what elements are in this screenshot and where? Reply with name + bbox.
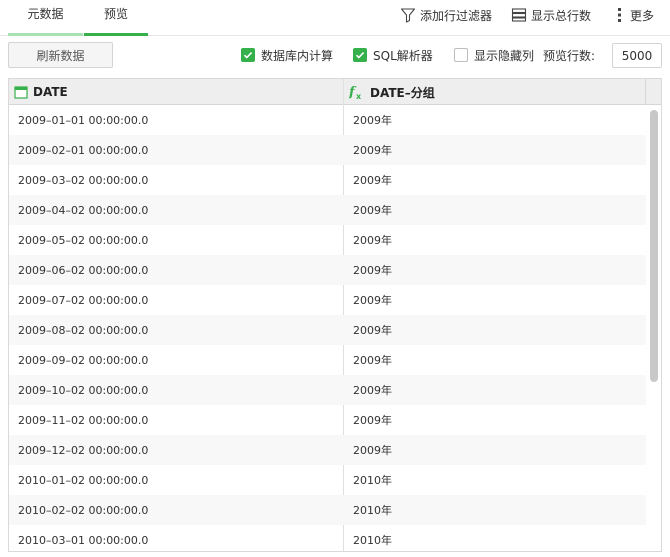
tab-metadata-label: 元数据 xyxy=(27,7,64,21)
cell-date: 2009–04–02 00:00:00.0 xyxy=(18,203,149,217)
show-total-rows-label: 显示总行数 xyxy=(531,8,592,23)
cell-date: 2009–12–02 00:00:00.0 xyxy=(18,443,149,457)
cell-date: 2010–02–02 00:00:00.0 xyxy=(18,503,149,517)
table-row[interactable]: 2009–09–02 00:00:00.0 2009年 xyxy=(9,345,646,375)
db-compute-checkbox[interactable] xyxy=(241,48,255,62)
add-row-filter-button[interactable]: 添加行过滤器 xyxy=(400,6,492,24)
table-row[interactable]: 2009–08–02 00:00:00.0 2009年 xyxy=(9,315,646,345)
cell-date: 2009–02–01 00:00:00.0 xyxy=(18,143,149,157)
rows-icon xyxy=(511,8,527,22)
sql-parser-checkbox[interactable] xyxy=(353,48,367,62)
check-icon xyxy=(355,52,365,59)
refresh-data-button[interactable]: 刷新数据 xyxy=(8,42,113,68)
table-row[interactable]: 2009–02–01 00:00:00.0 2009年 xyxy=(9,135,646,165)
cell-date-group: 2009年 xyxy=(353,264,392,277)
preview-table: DATE fx DATE–分组 2009–01–01 00:00:00.0 200… xyxy=(8,78,662,552)
cell-date-group: 2009年 xyxy=(353,384,392,397)
table-row[interactable]: 2009–11–02 00:00:00.0 2009年 xyxy=(9,405,646,435)
top-bar: 元数据 预览 添加行过滤器 显示总行数 更多 xyxy=(0,0,670,36)
cell-date-group: 2009年 xyxy=(353,114,392,127)
more-label: 更多 xyxy=(630,8,655,23)
table-row[interactable]: 2009–05–02 00:00:00.0 2009年 xyxy=(9,225,646,255)
cell-date-group: 2009年 xyxy=(353,234,392,247)
vertical-scrollbar[interactable] xyxy=(650,110,658,382)
column-header-date-group-label: DATE–分组 xyxy=(370,85,435,100)
table-row[interactable]: 2009–01–01 00:00:00.0 2009年 xyxy=(9,105,646,135)
cell-date: 2009–03–02 00:00:00.0 xyxy=(18,173,149,187)
preview-rows-input[interactable] xyxy=(612,43,662,68)
cell-date-group: 2009年 xyxy=(353,204,392,217)
table-row[interactable]: 2010–03–01 00:00:00.0 2010年 xyxy=(9,525,646,551)
filter-icon xyxy=(400,8,416,23)
formula-icon: fx xyxy=(349,85,362,100)
cell-date: 2009–08–02 00:00:00.0 xyxy=(18,323,149,337)
cell-date-group: 2010年 xyxy=(353,534,392,547)
table-row[interactable]: 2010–02–02 00:00:00.0 2010年 xyxy=(9,495,646,525)
cell-date-group: 2009年 xyxy=(353,444,392,457)
tab-preview-label: 预览 xyxy=(103,7,128,21)
column-header-date-label: DATE xyxy=(33,85,68,99)
table-row[interactable]: 2009–10–02 00:00:00.0 2009年 xyxy=(9,375,646,405)
cell-date-group: 2010年 xyxy=(353,504,392,517)
show-hidden-columns-checkbox[interactable] xyxy=(454,48,468,62)
show-hidden-columns-option[interactable]: 显示隐藏列 xyxy=(454,47,534,63)
header-divider xyxy=(645,79,646,105)
add-row-filter-label: 添加行过滤器 xyxy=(420,8,493,23)
cell-date-group: 2009年 xyxy=(353,294,392,307)
tab-preview[interactable]: 预览 xyxy=(84,0,148,36)
cell-date: 2009–11–02 00:00:00.0 xyxy=(18,413,149,427)
cell-date: 2009–06–02 00:00:00.0 xyxy=(18,263,149,277)
cell-date-group: 2009年 xyxy=(353,324,392,337)
table-header: DATE fx DATE–分组 xyxy=(9,79,661,105)
column-header-date-group[interactable]: fx DATE–分组 xyxy=(349,79,435,105)
cell-date: 2010–01–02 00:00:00.0 xyxy=(18,473,149,487)
sql-parser-option[interactable]: SQL解析器 xyxy=(353,47,433,63)
table-row[interactable]: 2009–06–02 00:00:00.0 2009年 xyxy=(9,255,646,285)
table-body: 2009–01–01 00:00:00.0 2009年 2009–02–01 00… xyxy=(9,105,646,551)
cell-date: 2010–03–01 00:00:00.0 xyxy=(18,533,149,547)
table-row[interactable]: 2010–01–02 00:00:00.0 2010年 xyxy=(9,465,646,495)
cell-date-group: 2009年 xyxy=(353,174,392,187)
preview-rows-label: 预览行数: xyxy=(543,48,596,63)
column-header-date[interactable]: DATE xyxy=(14,79,68,105)
table-row[interactable]: 2009–12–02 00:00:00.0 2009年 xyxy=(9,435,646,465)
vertical-dots-icon xyxy=(618,8,621,22)
show-hidden-columns-label: 显示隐藏列 xyxy=(474,48,535,63)
cell-date: 2009–07–02 00:00:00.0 xyxy=(18,293,149,307)
cell-date: 2009–10–02 00:00:00.0 xyxy=(18,383,149,397)
cell-date: 2009–01–01 00:00:00.0 xyxy=(18,113,149,127)
tab-metadata[interactable]: 元数据 xyxy=(8,0,83,36)
cell-date-group: 2010年 xyxy=(353,474,392,487)
cell-date-group: 2009年 xyxy=(353,414,392,427)
check-icon xyxy=(243,52,253,59)
db-compute-option[interactable]: 数据库内计算 xyxy=(241,47,333,63)
cell-date-group: 2009年 xyxy=(353,144,392,157)
table-row[interactable]: 2009–04–02 00:00:00.0 2009年 xyxy=(9,195,646,225)
table-row[interactable]: 2009–03–02 00:00:00.0 2009年 xyxy=(9,165,646,195)
sql-parser-label: SQL解析器 xyxy=(373,48,433,63)
show-total-rows-button[interactable]: 显示总行数 xyxy=(511,6,591,24)
cell-date: 2009–05–02 00:00:00.0 xyxy=(18,233,149,247)
cell-date-group: 2009年 xyxy=(353,354,392,367)
table-row[interactable]: 2009–07–02 00:00:00.0 2009年 xyxy=(9,285,646,315)
svg-text:x: x xyxy=(356,92,362,100)
more-button[interactable]: 更多 xyxy=(614,6,654,24)
db-compute-label: 数据库内计算 xyxy=(261,48,334,63)
cell-date: 2009–09–02 00:00:00.0 xyxy=(18,353,149,367)
calendar-icon xyxy=(14,86,28,99)
